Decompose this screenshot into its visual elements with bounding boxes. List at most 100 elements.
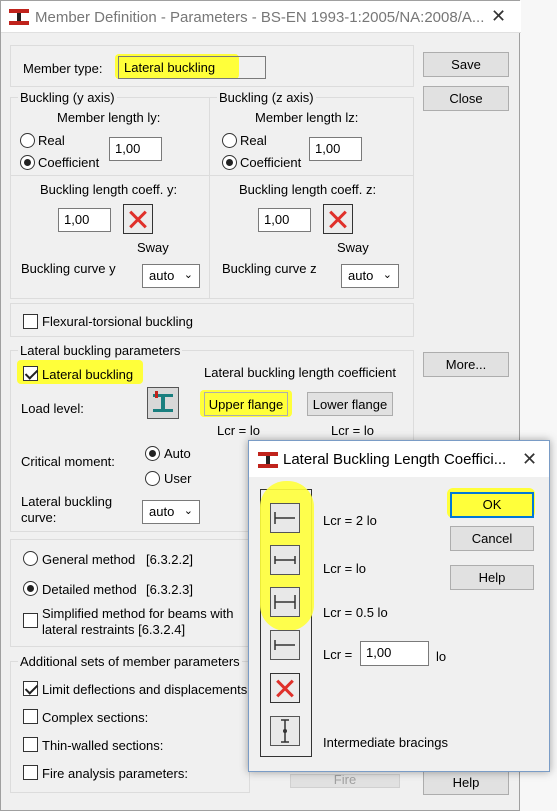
simplified-method-label-line2: lateral restraints [6.3.2.4]: [42, 622, 186, 637]
window-title: Member Definition - Parameters - BS-EN 1…: [35, 9, 485, 26]
critical-moment-user-radio[interactable]: [145, 471, 160, 486]
flexural-torsional-checkbox[interactable]: [23, 314, 38, 329]
popup-help-button[interactable]: Help: [450, 565, 534, 590]
simplified-method-label-line1: Simplified method for beams with: [42, 606, 234, 621]
sway-y-label: Sway: [137, 240, 169, 255]
real-y-radio[interactable]: [20, 133, 35, 148]
lateral-buckling-label: Lateral buckling: [42, 367, 134, 382]
load-level-icon-button[interactable]: [147, 387, 179, 419]
lcr-lower-label: Lcr = lo: [331, 423, 374, 438]
lateral-buckling-checkbox[interactable]: [23, 366, 38, 381]
real-z-label: Real: [240, 133, 267, 148]
buckling-z-separator: [209, 175, 414, 176]
buckling-y-separator: [10, 175, 210, 176]
thin-walled-label: Thin-walled sections:: [42, 738, 164, 753]
fire-button[interactable]: Fire: [290, 774, 400, 788]
more-button[interactable]: More...: [423, 352, 509, 377]
lower-flange-button[interactable]: Lower flange: [307, 392, 393, 416]
detailed-method-radio[interactable]: [23, 581, 38, 596]
close-button[interactable]: Close: [423, 86, 509, 111]
simplified-method-checkbox[interactable]: [23, 613, 38, 628]
upper-flange-button[interactable]: Upper flange: [204, 392, 288, 416]
option-lcr-lo-label: Lcr = lo: [323, 561, 366, 576]
additional-sets-legend: Additional sets of member parameters: [18, 654, 242, 669]
fire-analysis-checkbox[interactable]: [23, 765, 38, 780]
window-close-icon[interactable]: ✕: [491, 6, 506, 27]
lateral-curve-label-line2: curve:: [21, 510, 57, 525]
lcr-half-lo-icon[interactable]: [270, 587, 300, 617]
complex-sections-label: Complex sections:: [42, 710, 149, 725]
lateral-curve-label-line1: Lateral buckling: [21, 494, 113, 509]
chevron-down-icon: ⌄: [382, 269, 392, 281]
popup-title-bar: Lateral Buckling Length Coeffici... ✕: [249, 441, 549, 477]
lateral-length-coeff-label: Lateral buckling length coefficient: [204, 365, 396, 380]
general-method-ref: [6.3.2.2]: [146, 552, 193, 567]
thin-walled-checkbox[interactable]: [23, 737, 38, 752]
buckling-y-legend: Buckling (y axis): [18, 90, 117, 105]
buckling-curve-y-label: Buckling curve y: [21, 261, 116, 276]
lcr-2lo-icon[interactable]: [270, 503, 300, 533]
critical-moment-auto-radio[interactable]: [145, 446, 160, 461]
buckling-curve-y-select[interactable]: auto ⌄: [142, 264, 200, 288]
lateral-curve-select[interactable]: auto ⌄: [142, 500, 200, 524]
buckling-curve-y-value: auto: [149, 268, 175, 283]
detailed-method-label: Detailed method: [42, 582, 137, 597]
intermediate-bracings-icon[interactable]: [270, 716, 300, 746]
coefficient-y-radio[interactable]: [20, 155, 35, 170]
limit-deflections-checkbox[interactable]: [23, 681, 38, 696]
buckling-curve-z-value: auto: [348, 268, 374, 283]
general-method-label: General method: [42, 552, 136, 567]
save-button[interactable]: Save: [423, 52, 509, 77]
app-icon: [258, 452, 278, 468]
critical-moment-user-label: User: [164, 471, 192, 486]
general-method-radio[interactable]: [23, 551, 38, 566]
limit-deflections-label: Limit deflections and displacements:: [42, 682, 251, 697]
lcr-lo-icon[interactable]: [270, 545, 300, 575]
member-length-y-label: Member length ly:: [57, 110, 161, 125]
flexural-torsional-label: Flexural-torsional buckling: [42, 314, 194, 329]
sway-z-label: Sway: [337, 240, 369, 255]
critical-moment-label: Critical moment:: [21, 454, 115, 469]
buckling-length-coeff-y-label: Buckling length coeff. y:: [40, 182, 178, 197]
help-button[interactable]: Help: [423, 770, 509, 795]
critical-moment-auto-label: Auto: [164, 446, 191, 461]
option-lcr-custom-suffix: lo: [436, 649, 447, 664]
title-bar: Member Definition - Parameters - BS-EN 1…: [1, 1, 521, 33]
no-lateral-buckling-red-x-icon[interactable]: [270, 673, 300, 703]
load-level-label: Load level:: [21, 401, 84, 416]
member-length-z-label: Member length lz:: [255, 110, 359, 125]
option-lcr-2lo-label: Lcr = 2 lo: [323, 513, 377, 528]
i-beam-icon: [153, 391, 173, 412]
fire-analysis-label: Fire analysis parameters:: [42, 766, 188, 781]
coefficient-z-radio[interactable]: [222, 155, 237, 170]
real-z-radio[interactable]: [222, 133, 237, 148]
popup-title: Lateral Buckling Length Coeffici...: [283, 451, 507, 468]
detailed-method-ref: [6.3.2.3]: [146, 582, 193, 597]
sway-y-red-x-icon[interactable]: [123, 204, 153, 234]
coefficient-y-label: Coefficient: [38, 155, 100, 170]
member-type-input[interactable]: Lateral buckling: [118, 56, 266, 79]
buckling-curve-z-label: Buckling curve z: [222, 261, 317, 276]
option-lcr-custom-prefix: Lcr =: [323, 647, 353, 662]
complex-sections-checkbox[interactable]: [23, 709, 38, 724]
lateral-buckling-legend: Lateral buckling parameters: [18, 343, 183, 358]
lcr-custom-input[interactable]: 1,00: [360, 641, 429, 666]
lcr-custom-icon[interactable]: [270, 630, 300, 660]
popup-close-icon[interactable]: ✕: [522, 449, 537, 470]
chevron-down-icon: ⌄: [183, 505, 193, 517]
buckling-length-coeff-z-label: Buckling length coeff. z:: [239, 182, 377, 197]
buckling-coeff-y-input[interactable]: 1,00: [58, 208, 111, 232]
buckling-divider: [209, 97, 210, 299]
intermediate-bracings-label: Intermediate bracings: [323, 735, 449, 750]
popup-cancel-button[interactable]: Cancel: [450, 526, 534, 551]
member-length-y-input[interactable]: 1,00: [109, 137, 162, 161]
coefficient-z-label: Coefficient: [240, 155, 302, 170]
buckling-coeff-z-input[interactable]: 1,00: [258, 208, 311, 232]
buckling-curve-z-select[interactable]: auto ⌄: [341, 264, 399, 288]
chevron-down-icon: ⌄: [183, 269, 193, 281]
member-length-z-input[interactable]: 1,00: [309, 137, 362, 161]
lateral-buckling-length-coeff-dialog: Lateral Buckling Length Coeffici... ✕ Lc…: [248, 440, 550, 772]
real-y-label: Real: [38, 133, 65, 148]
sway-z-red-x-icon[interactable]: [323, 204, 353, 234]
popup-ok-button[interactable]: OK: [450, 492, 534, 518]
